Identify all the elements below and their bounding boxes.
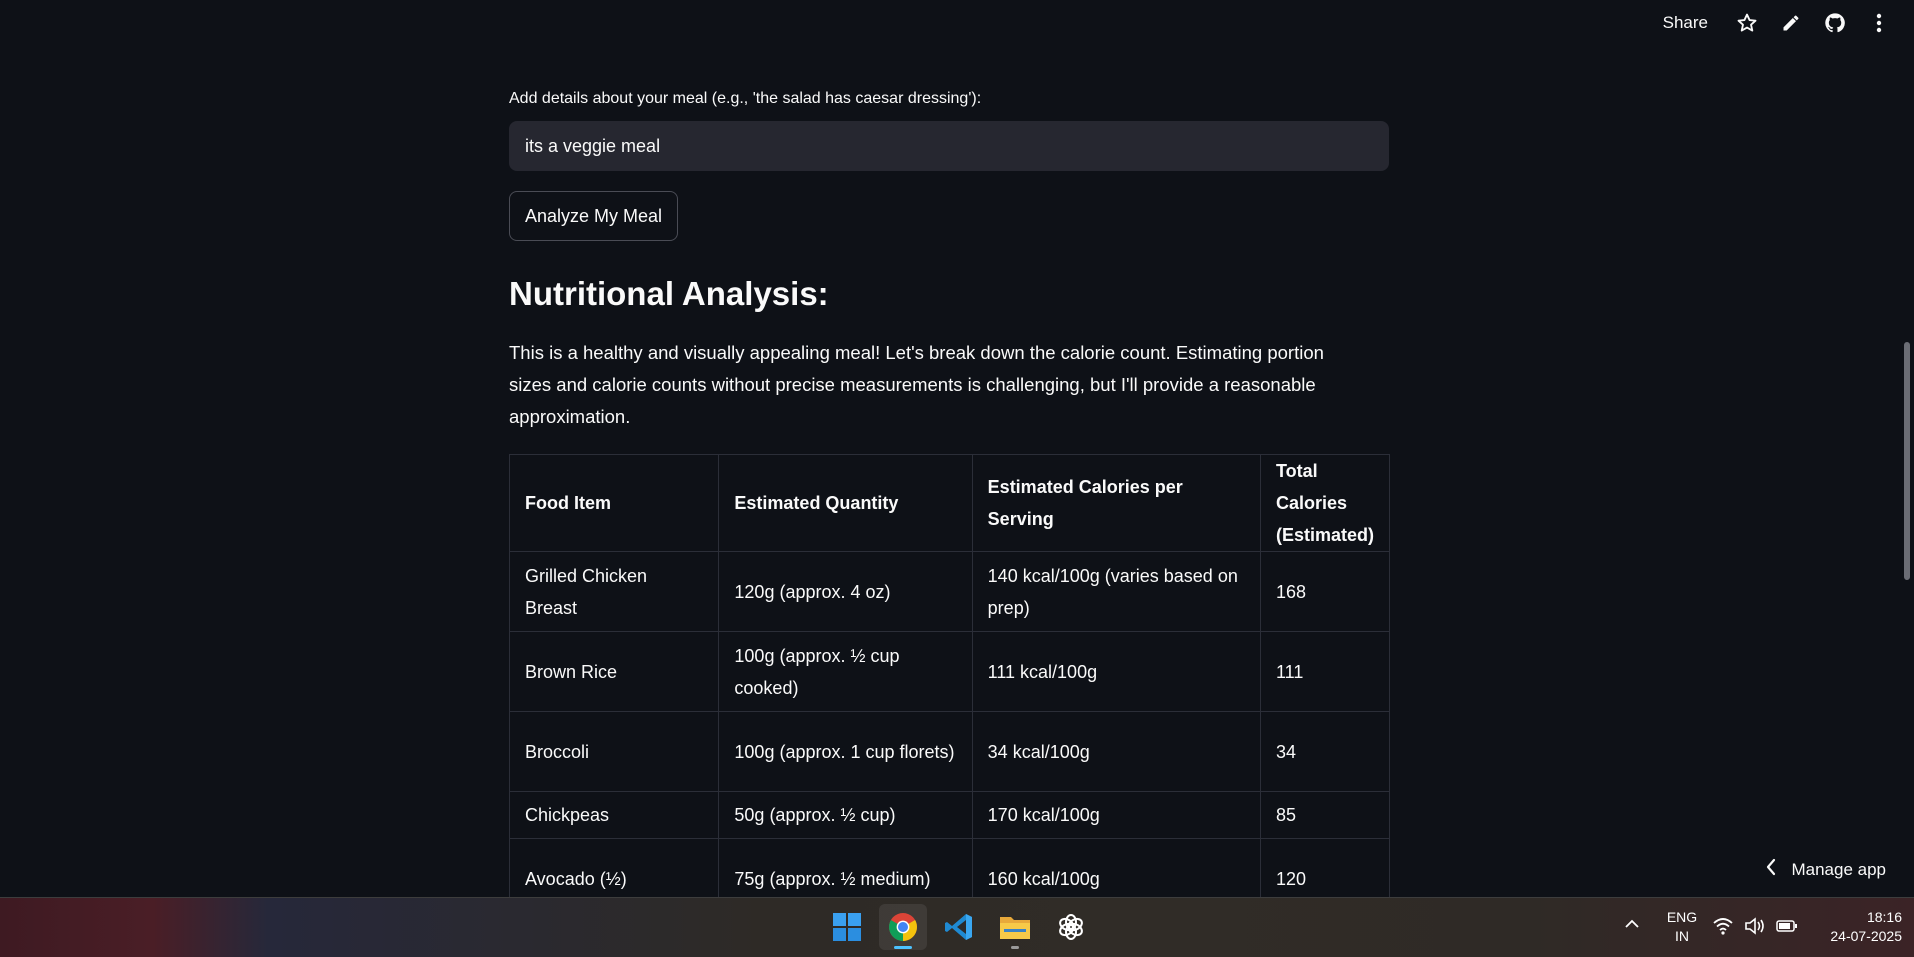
app-toolbar: Share [1663,0,1914,46]
clock[interactable]: 18:16 24-07-2025 [1806,908,1902,946]
nutrition-table: Food Item Estimated Quantity Estimated C… [508,454,1391,897]
table-row: Brown Rice 100g (approx. ½ cup cooked) 1… [508,631,1391,712]
cell-total-calories: 120 [1259,838,1391,897]
chatgpt-icon[interactable] [1047,904,1095,950]
table-row: Grilled Chicken Breast 120g (approx. 4 o… [508,551,1391,632]
meal-details-input[interactable]: its a veggie meal [509,121,1389,171]
pencil-icon[interactable] [1780,12,1802,34]
table-row: Chickpeas 50g (approx. ½ cup) 170 kcal/1… [508,791,1391,839]
analysis-intro: This is a healthy and visually appealing… [509,342,1324,427]
active-indicator [894,946,912,949]
table-row: Broccoli 100g (approx. 1 cup florets) 34… [508,711,1391,792]
taskbar-apps [823,904,1095,950]
region-code: IN [1675,928,1689,944]
clock-time: 18:16 [1866,909,1902,925]
star-icon[interactable] [1736,12,1758,34]
wifi-icon[interactable] [1712,917,1734,938]
header-food-item: Food Item [508,454,720,552]
battery-icon[interactable] [1776,919,1798,936]
windows-start-icon[interactable] [823,904,871,950]
scrollbar-thumb[interactable] [1904,342,1910,580]
meal-details-label: Add details about your meal (e.g., 'the … [509,90,982,107]
manage-app-label: Manage app [1791,859,1886,879]
language-indicator[interactable]: ENG IN [1662,908,1702,946]
volume-icon[interactable] [1744,917,1766,938]
more-vertical-icon[interactable] [1868,12,1890,34]
cell-calories-per-serving: 170 kcal/100g [971,791,1261,839]
cell-quantity: 120g (approx. 4 oz) [718,551,973,632]
streamlit-app: Share Add details about your meal (e.g.,… [0,0,1914,897]
language-code: ENG [1666,909,1698,925]
cell-food-item: Broccoli [508,711,720,792]
clock-date: 24-07-2025 [1830,928,1902,944]
cell-quantity: 100g (approx. 1 cup florets) [718,711,973,792]
file-explorer-icon[interactable] [991,904,1039,950]
chrome-icon[interactable] [879,904,927,950]
windows-taskbar: ENG IN 18:16 24-07-2025 [0,897,1914,957]
header-calories-per-serving: Estimated Calories per Serving [971,454,1261,552]
chevron-left-icon [1765,858,1777,881]
analysis-heading: Nutritional Analysis: [509,275,829,312]
running-indicator [1011,946,1019,949]
cell-quantity: 100g (approx. ½ cup cooked) [718,631,973,712]
github-icon[interactable] [1824,12,1846,34]
cell-total-calories: 111 [1259,631,1391,712]
cell-calories-per-serving: 140 kcal/100g (varies based on prep) [971,551,1261,632]
cell-total-calories: 85 [1259,791,1391,839]
cell-calories-per-serving: 160 kcal/100g [971,838,1261,897]
vscode-icon[interactable] [935,904,983,950]
table-header-row: Food Item Estimated Quantity Estimated C… [508,454,1391,552]
header-estimated-quantity: Estimated Quantity [718,454,973,552]
analyze-meal-button[interactable]: Analyze My Meal [509,191,679,241]
cell-total-calories: 168 [1259,551,1391,632]
cell-food-item: Grilled Chicken Breast [508,551,720,632]
cell-quantity: 75g (approx. ½ medium) [718,838,973,897]
cell-food-item: Chickpeas [508,791,720,839]
cell-quantity: 50g (approx. ½ cup) [718,791,973,839]
chevron-up-icon[interactable] [1624,916,1640,935]
cell-calories-per-serving: 34 kcal/100g [971,711,1261,792]
page-scrollbar[interactable] [1900,0,1914,897]
cell-food-item: Brown Rice [508,631,720,712]
header-total-calories: Total Calories (Estimated) [1259,454,1391,552]
system-icons[interactable] [1712,917,1798,938]
manage-app-button[interactable]: Manage app [1765,858,1886,881]
meal-details-value: its a veggie meal [525,135,661,156]
cell-food-item: Avocado (½) [508,838,720,897]
cell-total-calories: 34 [1259,711,1391,792]
table-row: Avocado (½) 75g (approx. ½ medium) 160 k… [508,838,1391,897]
cell-calories-per-serving: 111 kcal/100g [971,631,1261,712]
share-button[interactable]: Share [1663,13,1708,33]
